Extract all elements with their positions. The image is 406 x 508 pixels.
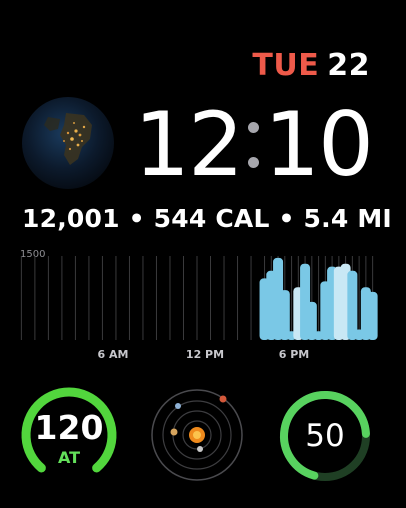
activity-summary[interactable]: 12,001 • 544 CAL • 5.4 MI <box>22 204 392 233</box>
y-tick-label: 1500 <box>20 249 45 260</box>
day-of-month: 22 <box>327 48 370 83</box>
steps-chart[interactable]: 1500 6 AM 12 PM 6 PM <box>18 244 378 368</box>
heart-rate-label: AT <box>57 448 81 467</box>
heart-rate-value: 120 <box>34 408 104 447</box>
chart-x-ticks: 6 AM 12 PM 6 PM <box>98 348 310 361</box>
date-label: TUE 22 <box>252 48 370 83</box>
time-minutes: 10 <box>264 93 374 196</box>
chart-x-tick-label: 6 AM <box>98 348 129 361</box>
chart-bar <box>367 291 378 340</box>
progress-ring-value: 50 <box>305 418 345 454</box>
heart-rate-value-wrap: 120 AT <box>20 410 118 466</box>
time-hours: 12 <box>134 93 244 196</box>
chart-x-tick-label: 12 PM <box>186 348 224 361</box>
progress-ring-value-wrap: 50 <box>277 418 373 454</box>
solar-system-icon[interactable] <box>150 388 244 482</box>
weekday: TUE <box>252 48 320 83</box>
chart-gridlines <box>20 256 374 340</box>
chart-x-tick-label: 6 PM <box>279 348 310 361</box>
time-display: 12 10 <box>134 93 374 196</box>
chart-bar <box>347 270 358 340</box>
earth-icon[interactable] <box>20 95 116 191</box>
time-colon <box>242 97 264 193</box>
